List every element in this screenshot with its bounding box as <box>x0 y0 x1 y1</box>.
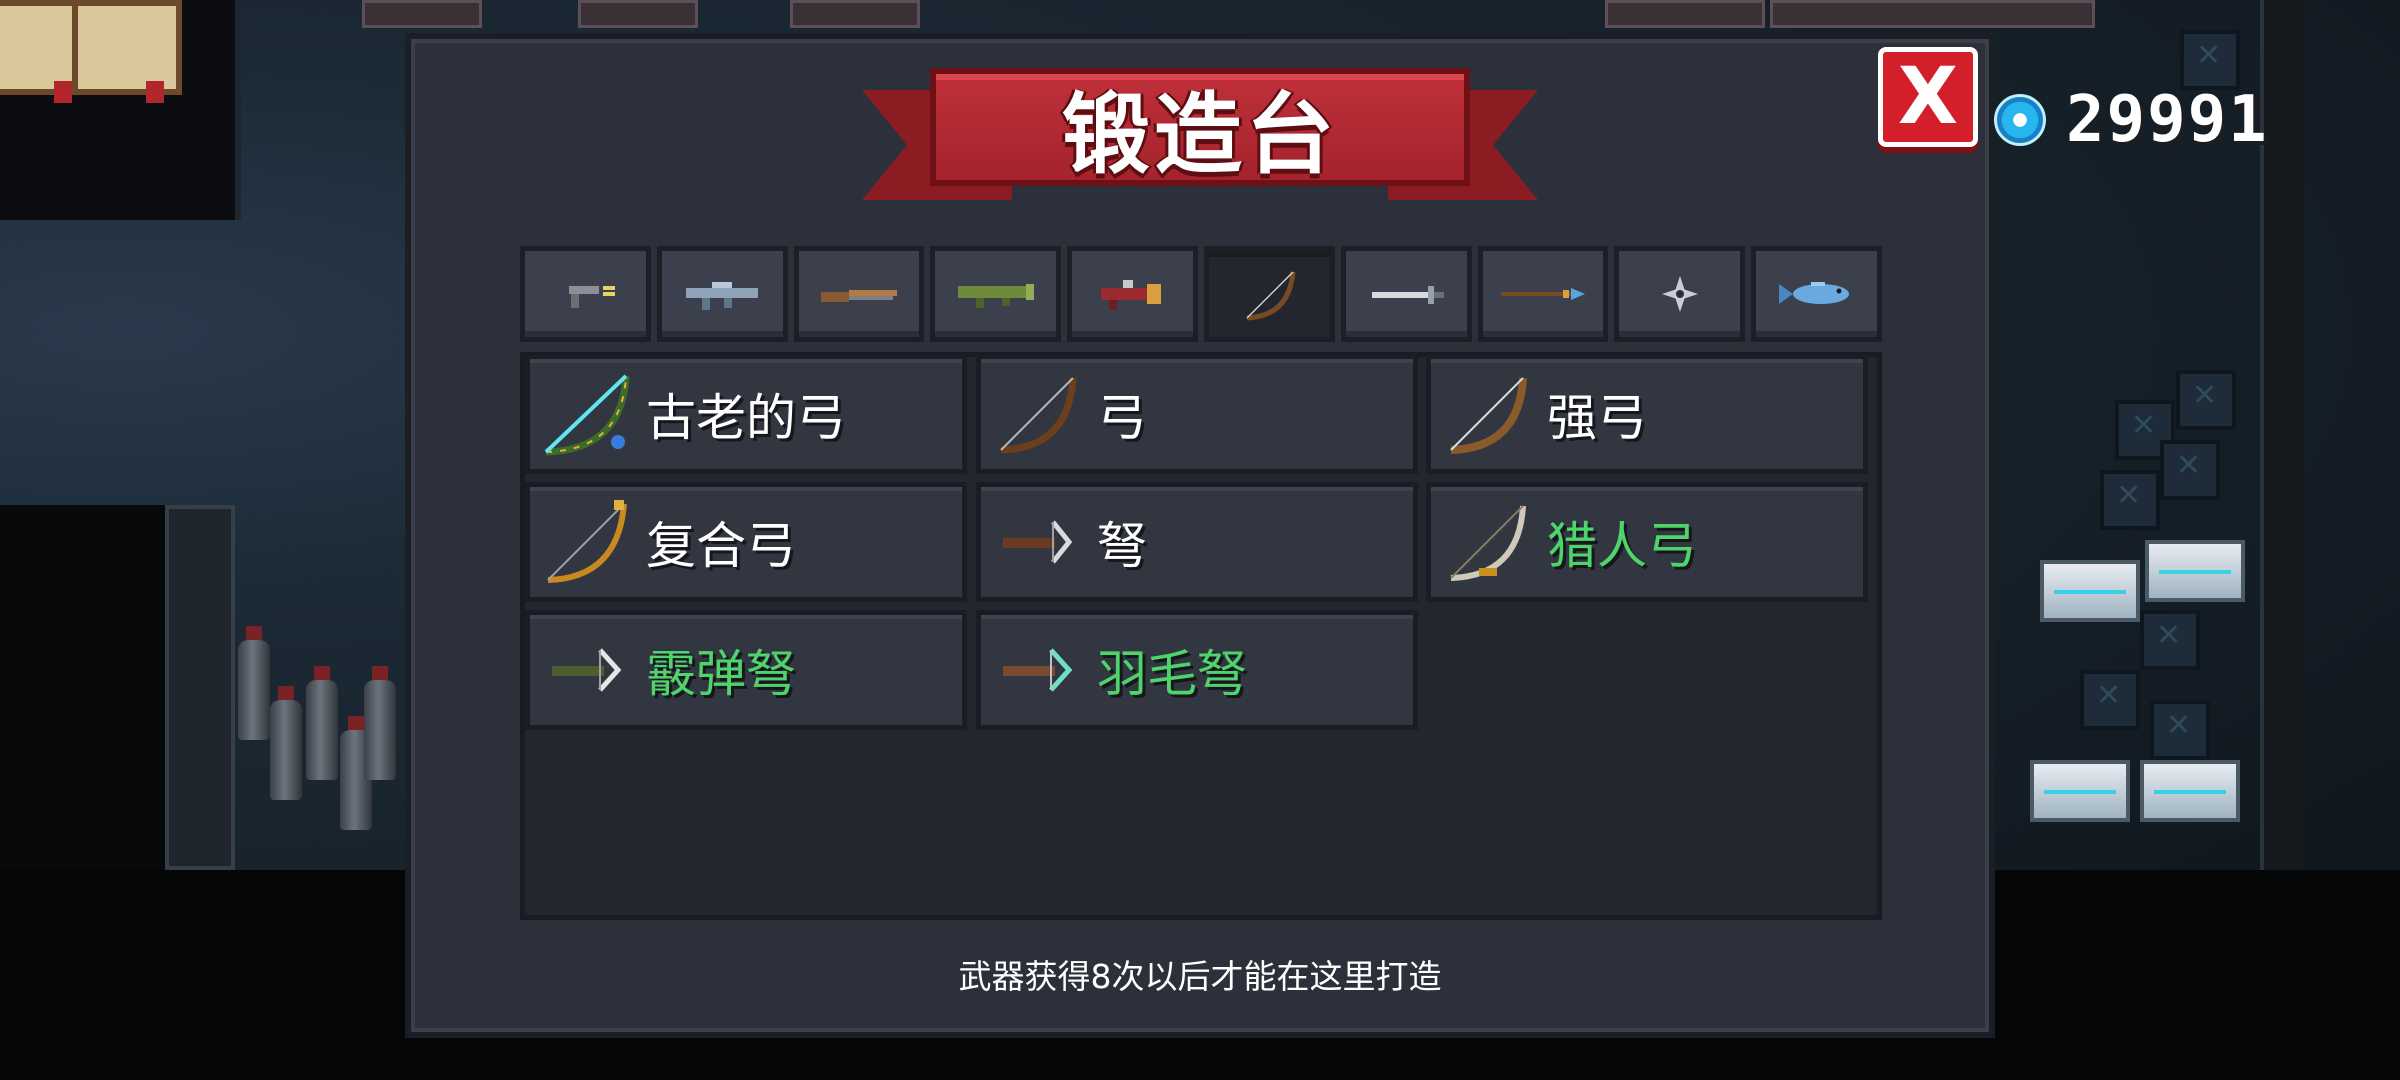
weapon-item-strong-bow[interactable]: 强弓 <box>1426 354 1868 474</box>
strong-bow-icon <box>1450 377 1527 454</box>
crate <box>2140 610 2200 670</box>
cryo-pod <box>2140 760 2240 822</box>
weapon-item-label: 弩 <box>1097 517 1147 575</box>
bow-icon <box>1246 271 1296 321</box>
weapon-item-label: 古老的弓 <box>646 389 846 447</box>
weapon-item-label: 猎人弓 <box>1547 517 1697 575</box>
launcher-icon <box>957 284 1034 308</box>
tab-bow[interactable] <box>1203 246 1335 342</box>
cryo-pod <box>2145 540 2245 602</box>
gas-tank <box>270 686 302 800</box>
pistol-icon <box>569 286 616 308</box>
dark-area <box>0 505 165 870</box>
gem-icon <box>1994 94 2046 146</box>
top-strip <box>578 0 698 28</box>
game-scene: 锻造台 X 29991 <box>0 0 2400 1080</box>
weapon-item-bow[interactable]: 弓 <box>976 354 1418 474</box>
weapon-item-ancient-bow[interactable]: 古老的弓 <box>525 354 967 474</box>
crate <box>2080 670 2140 730</box>
scatter-crossbow-icon <box>552 648 622 692</box>
gem-counter: 29991 <box>1994 83 2269 157</box>
pillar <box>165 505 235 870</box>
ancient-bow-icon <box>544 374 630 456</box>
top-strip <box>1770 0 2095 28</box>
gas-tank <box>306 666 338 780</box>
tab-fish[interactable] <box>1751 246 1882 342</box>
crate <box>2180 30 2240 90</box>
weapon-category-tabs <box>520 246 1882 342</box>
tab-shotgun[interactable] <box>793 246 925 342</box>
crate <box>2150 700 2210 760</box>
gas-tank <box>238 626 270 740</box>
close-icon: X <box>1897 52 1959 142</box>
cryo-pod <box>2030 760 2130 822</box>
shotgun-icon <box>820 290 897 302</box>
tab-laser[interactable] <box>1067 246 1198 342</box>
hunter-bow-icon <box>1450 505 1526 581</box>
compound-bow-icon <box>547 500 627 583</box>
shuriken-icon <box>1661 276 1698 312</box>
tab-pistol[interactable] <box>520 246 651 342</box>
tab-spear[interactable] <box>1477 246 1609 342</box>
tab-sword[interactable] <box>1340 246 1472 342</box>
weapon-item-compound-bow[interactable]: 复合弓 <box>525 482 967 602</box>
tab-launcher[interactable] <box>930 246 1062 342</box>
weapon-item-feather-crossbow[interactable]: 羽毛弩 <box>976 610 1418 730</box>
top-strip <box>362 0 482 28</box>
gem-count: 29991 <box>2066 83 2269 157</box>
laser-gun-icon <box>1100 280 1161 310</box>
wall-scroll <box>72 0 182 103</box>
close-button[interactable]: X <box>1878 47 1978 147</box>
fish-icon <box>1778 282 1849 304</box>
gas-tank <box>364 666 396 780</box>
weapon-item-label: 霰弹弩 <box>646 645 796 703</box>
title-banner: 锻造台 <box>862 68 1538 214</box>
sword-icon <box>1372 286 1445 304</box>
top-strip <box>790 0 920 28</box>
cryo-pod <box>2040 560 2140 622</box>
weapon-item-scatter-crossbow[interactable]: 霰弹弩 <box>525 610 967 730</box>
crossbow-icon <box>1003 520 1073 564</box>
bow-icon <box>1000 377 1077 454</box>
weapon-item-label: 强弓 <box>1547 389 1647 447</box>
feather-crossbow-icon <box>1003 648 1073 692</box>
crate <box>2176 370 2236 430</box>
crate <box>2100 470 2160 530</box>
top-strip <box>1605 0 1765 28</box>
rifle-icon <box>686 282 759 310</box>
tab-rifle[interactable] <box>656 246 788 342</box>
page-title: 锻造台 <box>1061 82 1338 186</box>
tab-shuriken[interactable] <box>1614 246 1746 342</box>
weapon-item-crossbow[interactable]: 弩 <box>976 482 1418 602</box>
crate <box>2160 440 2220 500</box>
weapon-item-hunter-bow[interactable]: 猎人弓 <box>1426 482 1868 602</box>
weapon-item-label: 弓 <box>1097 389 1147 447</box>
weapon-item-label: 复合弓 <box>646 517 796 575</box>
weapon-item-label: 羽毛弩 <box>1097 645 1247 703</box>
spear-icon <box>1500 288 1585 300</box>
banner-body: 锻造台 <box>930 68 1470 186</box>
forge-hint: 武器获得8次以后才能在这里打造 <box>958 957 1442 996</box>
